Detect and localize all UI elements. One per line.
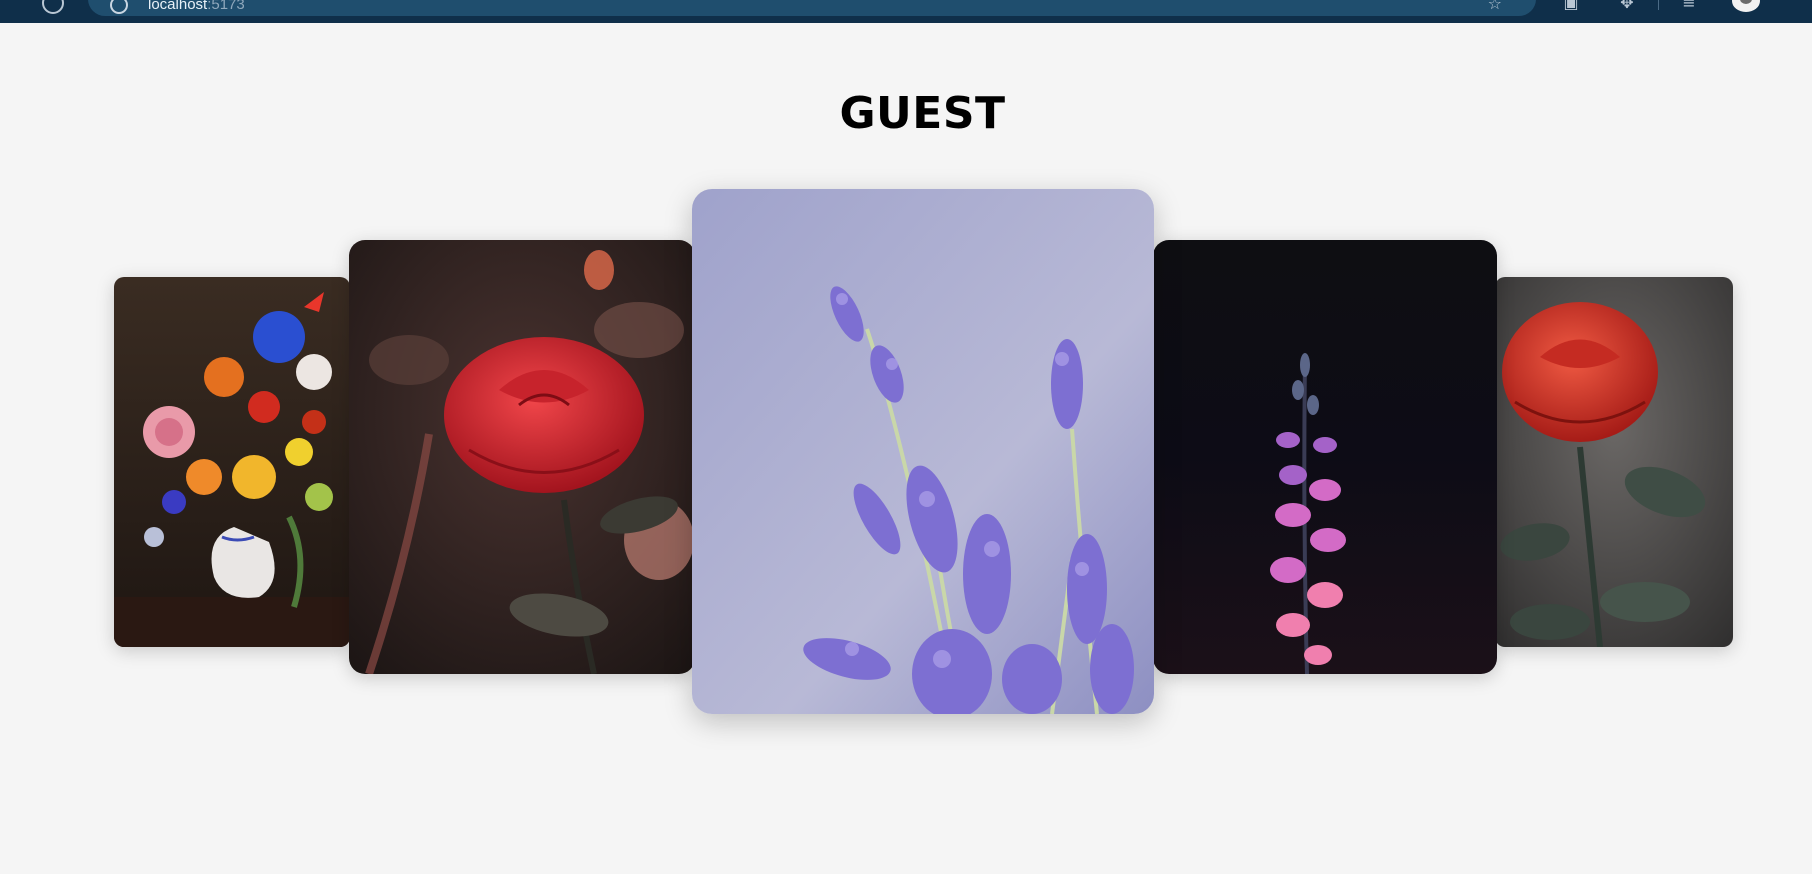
info-icon[interactable]: [110, 0, 128, 14]
red-rose-image: [349, 240, 695, 674]
carousel-slide-lavender[interactable]: [692, 189, 1154, 714]
browser-toolbar: localhost:5173 ☆ ▣ ✥ ≡: [0, 0, 1812, 23]
url-port: :5173: [207, 0, 245, 13]
carousel-slide-red-rose-dew[interactable]: [1495, 277, 1733, 647]
flower-vase-image: [114, 277, 350, 647]
pink-flower-image: [1153, 240, 1497, 674]
profile-avatar[interactable]: [1732, 0, 1760, 12]
red-rose-dew-image: [1495, 277, 1733, 647]
reload-icon[interactable]: [42, 0, 64, 14]
carousel-slide-red-rose[interactable]: [349, 240, 695, 674]
lavender-image: [692, 189, 1154, 714]
address-bar[interactable]: localhost:5173 ☆: [88, 0, 1536, 16]
extension-icon[interactable]: ▣: [1562, 0, 1580, 12]
reading-list-icon[interactable]: ≡: [1680, 0, 1698, 12]
page-title: GUEST: [839, 88, 1006, 139]
url-text: localhost:5173: [148, 0, 245, 13]
toolbar-divider: [1658, 0, 1659, 10]
star-icon[interactable]: ☆: [1488, 0, 1502, 12]
carousel-slide-pink-flower[interactable]: [1153, 240, 1497, 674]
url-host: localhost: [148, 0, 208, 13]
carousel-slide-flower-vase[interactable]: [114, 277, 350, 647]
puzzle-icon[interactable]: ✥: [1618, 0, 1636, 12]
